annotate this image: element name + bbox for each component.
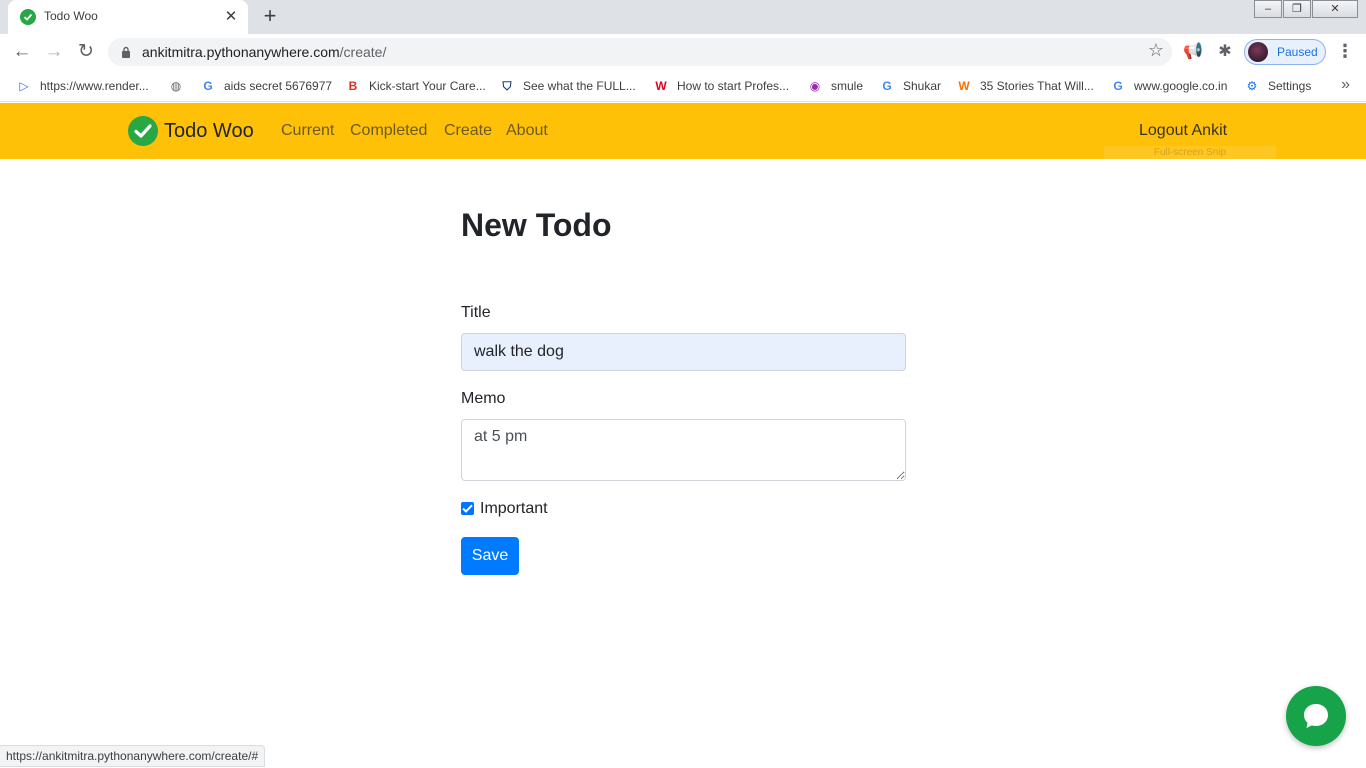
chevron-double-right-icon[interactable]: » [1341, 76, 1350, 94]
browser-toolbar: ← → ↻ ankitmitra.pythonanywhere.com/crea… [0, 34, 1366, 70]
bookmark-label: Kick-start Your Care... [369, 79, 486, 93]
shield-icon: ⛉ [502, 79, 512, 93]
browser-tab[interactable]: Todo Woo ✕ [8, 0, 248, 34]
title-label: Title [461, 304, 491, 321]
avatar [1248, 42, 1268, 62]
megaphone-icon[interactable]: 📢 [1183, 42, 1203, 62]
url-text: ankitmitra.pythonanywhere.com/create/ [142, 44, 386, 60]
chat-widget-button[interactable] [1286, 686, 1346, 746]
google-icon: G [1113, 79, 1123, 93]
google-icon: G [882, 79, 892, 93]
check-circle-icon [128, 116, 158, 146]
logout-link[interactable]: Logout Ankit [1139, 122, 1227, 140]
bookmark-label: https://www.render... [40, 79, 149, 93]
new-tab-button[interactable]: + [258, 5, 282, 29]
bookmark-label: www.google.co.in [1134, 79, 1228, 93]
reload-icon[interactable]: ↻ [74, 40, 98, 64]
puzzle-extension-icon[interactable]: ✱ [1215, 42, 1235, 62]
bookmarks-bar: ▷ https://www.render... ◍ Gaids secret 56… [0, 70, 1366, 102]
bing-icon: ▷ [19, 79, 29, 93]
bookmark-label: 35 Stories That Will... [980, 79, 1094, 93]
bookmark-item[interactable]: ▷ https://www.render... [16, 76, 149, 96]
bookmark-label: Shukar [903, 79, 942, 93]
snip-tooltip: Full-screen Snip [1104, 146, 1276, 160]
bookmark-item[interactable]: W 35 Stories That Will... [956, 76, 1094, 96]
site-navbar: Todo Woo Current Completed Create About … [0, 103, 1366, 160]
w-orange-icon: W [958, 79, 970, 93]
restore-button[interactable]: ❐ [1283, 0, 1311, 18]
bookmark-label: aids secret 5676977 [224, 79, 333, 93]
gear-icon: ⚙ [1246, 79, 1258, 93]
profile-status: Paused [1277, 45, 1318, 59]
globe-icon: ◍ [170, 79, 182, 93]
brand-link[interactable]: Todo Woo [128, 116, 254, 146]
tab-title: Todo Woo [44, 9, 98, 23]
status-bar-url: https://ankitmitra.pythonanywhere.com/cr… [0, 745, 266, 767]
chat-bubble-icon [1304, 704, 1328, 728]
title-input[interactable] [461, 333, 906, 371]
brand-name: Todo Woo [164, 119, 254, 142]
page-title: New Todo [461, 207, 612, 243]
url-path: /create/ [339, 44, 387, 60]
bookmark-item[interactable]: G Shukar [879, 76, 941, 96]
w-red-icon: W [655, 79, 667, 93]
bookmark-label: smule [831, 79, 864, 93]
lock-icon [122, 46, 130, 58]
bookmark-item[interactable]: Gwww.google.co.in [1110, 76, 1227, 96]
nav-link-create[interactable]: Create [444, 122, 492, 140]
minimize-button[interactable]: – [1254, 0, 1282, 18]
important-label[interactable]: Important [480, 500, 548, 518]
important-checkbox[interactable] [461, 502, 474, 515]
bookmark-item[interactable]: B Kick-start Your Care... [345, 76, 486, 96]
back-arrow-icon[interactable]: ← [10, 40, 34, 64]
google-icon: G [203, 79, 213, 93]
window-controls: – ❐ ✕ [1253, 0, 1358, 18]
bookmark-star-icon[interactable]: ☆ [1148, 40, 1164, 61]
nav-link-current[interactable]: Current [281, 122, 334, 140]
bookmark-label: How to start Profes... [677, 79, 790, 93]
profile-button[interactable]: Paused [1244, 39, 1326, 65]
bookmark-item[interactable]: ⛉ See what the FULL... [499, 76, 636, 96]
memo-textarea[interactable]: at 5 pm [461, 419, 906, 481]
bookmark-label: Settings [1268, 79, 1312, 93]
b-logo-icon: B [348, 79, 358, 93]
bookmark-item[interactable]: ◉ smule [807, 76, 863, 96]
nav-link-about[interactable]: About [506, 122, 548, 140]
podcast-icon: ◉ [809, 79, 821, 93]
forward-arrow-icon[interactable]: → [42, 40, 66, 64]
browser-menu-icon[interactable]: ⋮ [1336, 41, 1354, 62]
bookmark-label: See what the FULL... [523, 79, 636, 93]
check-icon [20, 9, 36, 25]
memo-label: Memo [461, 390, 506, 407]
address-bar[interactable]: ankitmitra.pythonanywhere.com/create/ ☆ [108, 38, 1172, 66]
bookmark-item[interactable]: ◍ [168, 76, 192, 96]
save-button[interactable]: Save [461, 537, 519, 575]
close-tab-icon[interactable]: ✕ [222, 8, 240, 26]
url-host: ankitmitra.pythonanywhere.com [142, 44, 340, 60]
bookmark-item[interactable]: W How to start Profes... [653, 76, 789, 96]
bookmark-item[interactable]: Gaids secret 5676977 [200, 76, 332, 96]
bookmark-item[interactable]: ⚙ Settings [1244, 76, 1312, 96]
close-window-button[interactable]: ✕ [1312, 0, 1358, 18]
nav-link-completed[interactable]: Completed [350, 122, 427, 140]
tab-strip: Todo Woo ✕ + – ❐ ✕ [0, 0, 1366, 34]
